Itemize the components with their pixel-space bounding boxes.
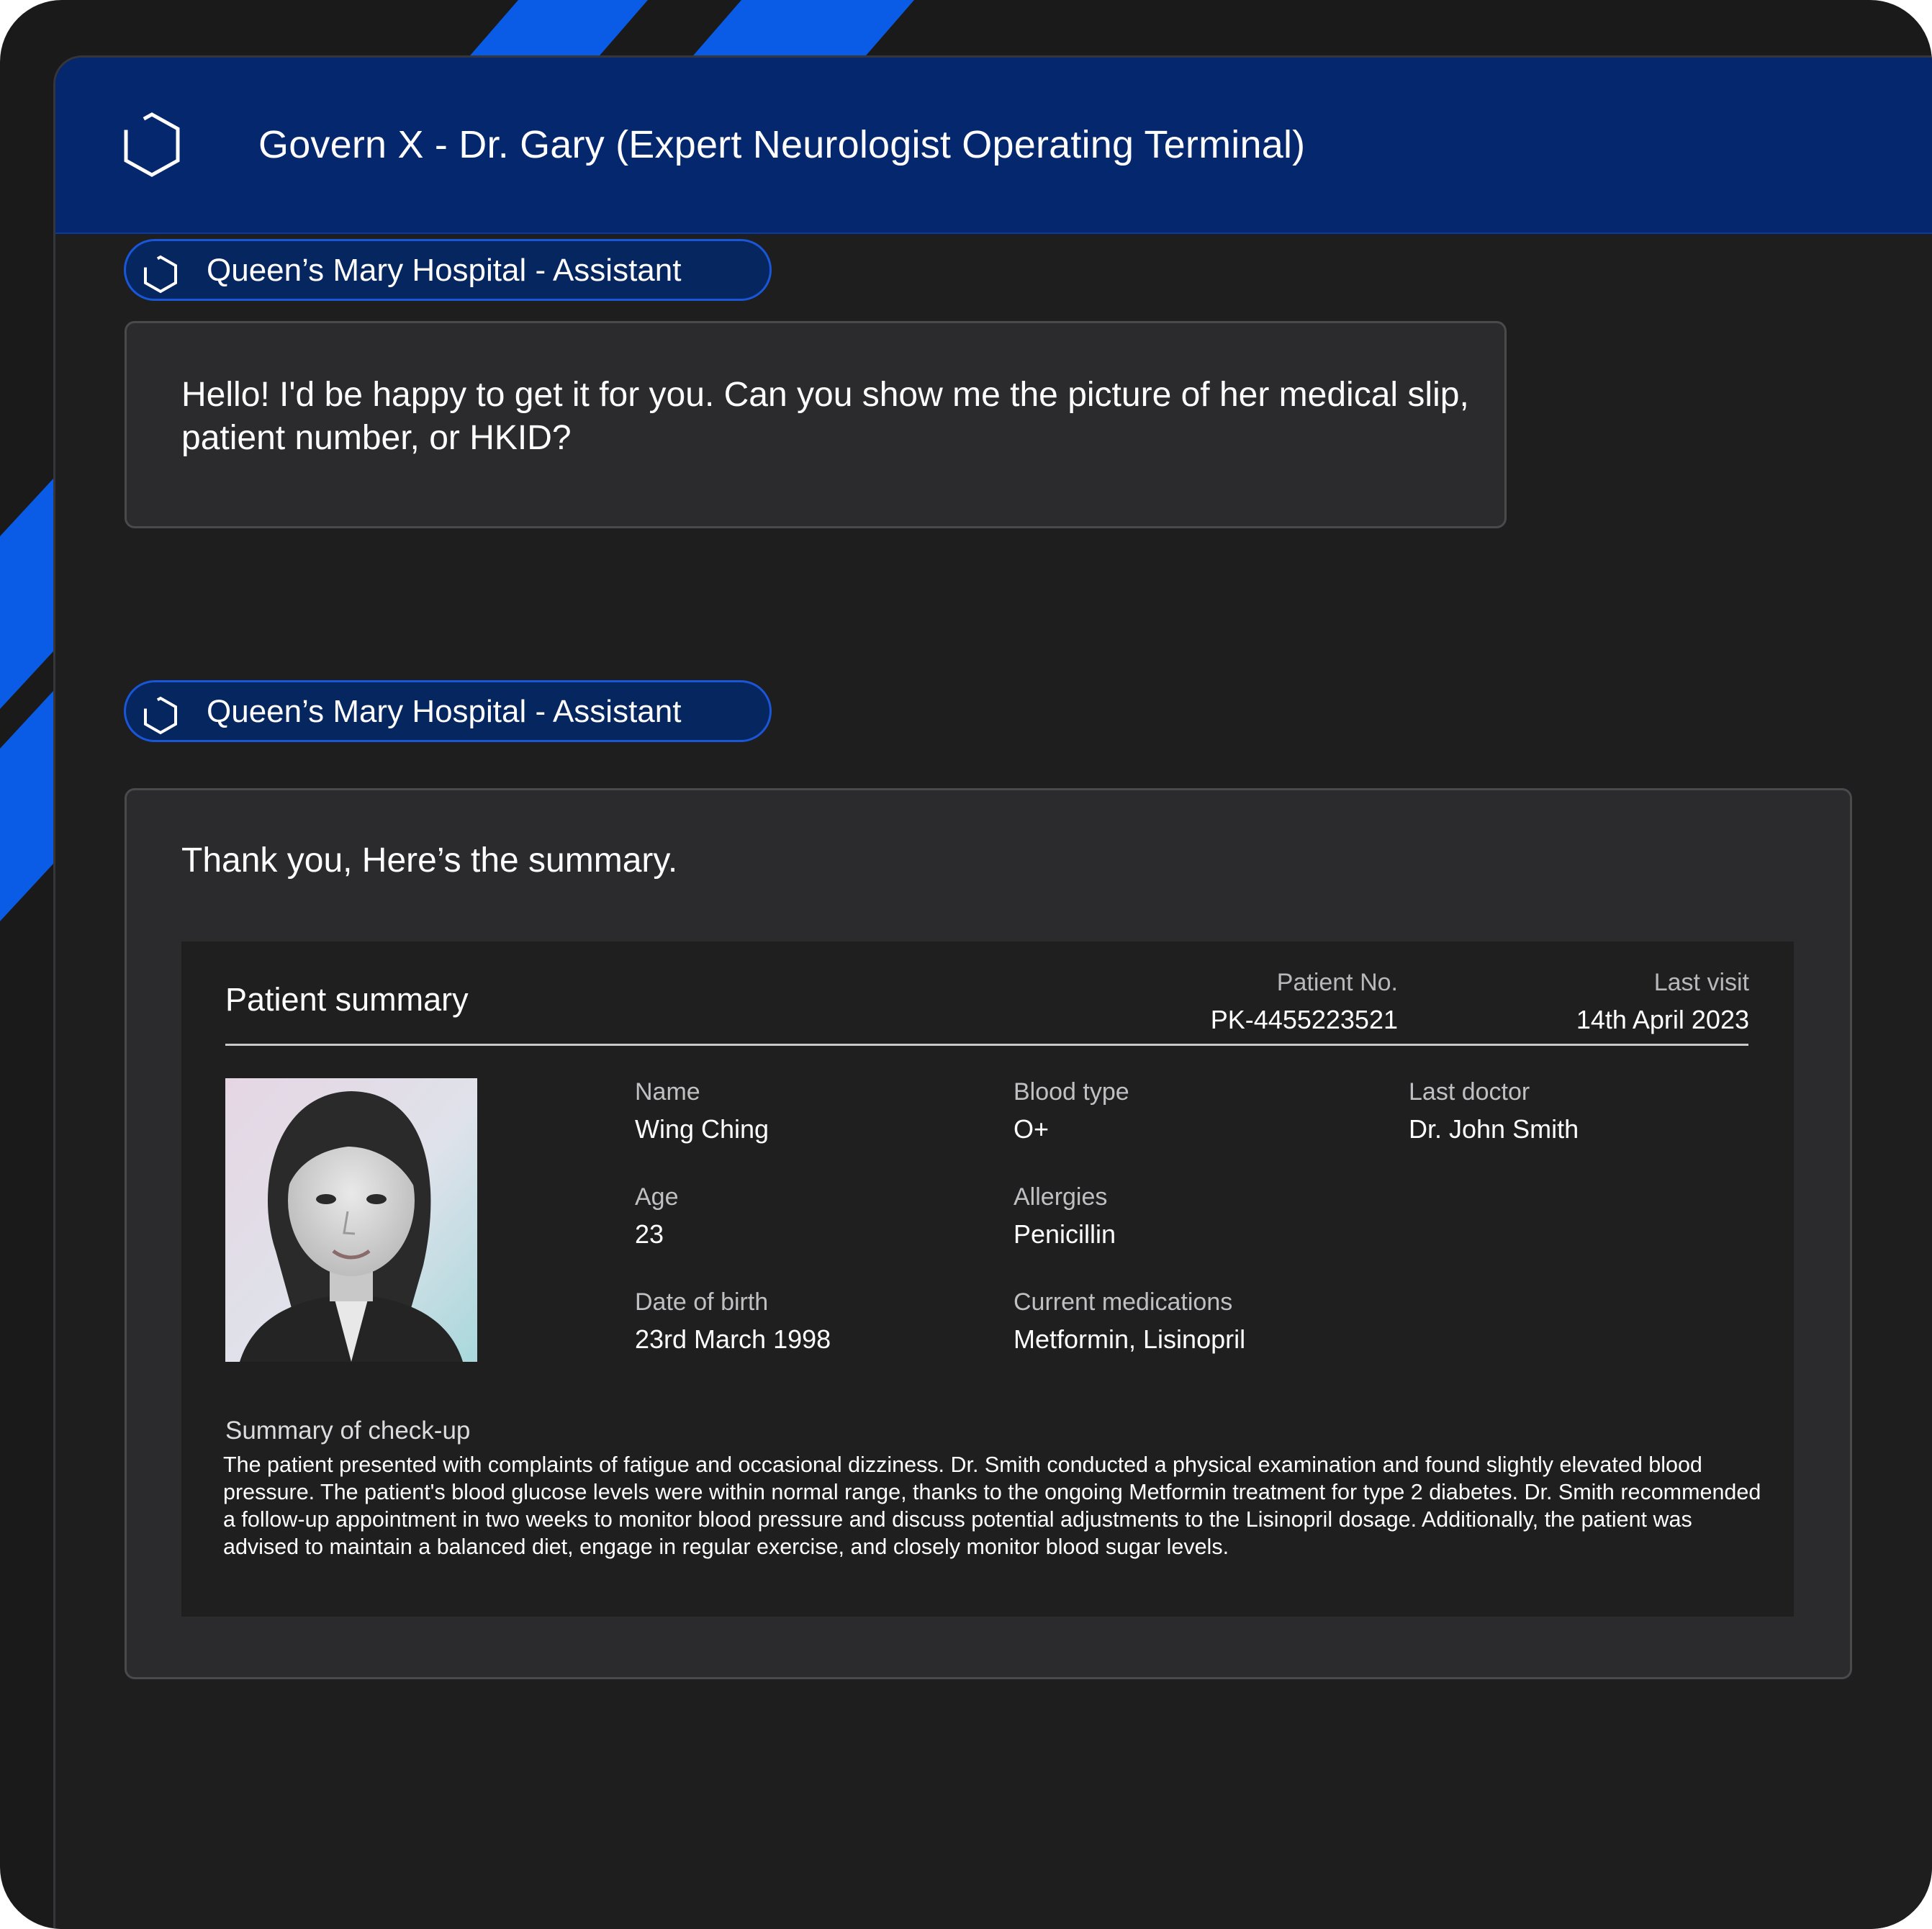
- summary-label: Summary of check-up: [225, 1417, 471, 1445]
- message-text: Thank you, Here’s the summary.: [181, 841, 678, 880]
- blood-type-label: Blood type: [1014, 1078, 1129, 1106]
- title-bar: Govern X - Dr. Gary (Expert Neurologist …: [55, 58, 1932, 234]
- card-title: Patient summary: [225, 981, 469, 1018]
- app-frame: Queen’s Mary Hospital - Assistant Hello!…: [0, 0, 1932, 1929]
- name-label: Name: [635, 1078, 700, 1106]
- blood-type-value: O+: [1014, 1114, 1049, 1144]
- last-doctor-value: Dr. John Smith: [1409, 1114, 1579, 1144]
- sender-chip: Queen’s Mary Hospital - Assistant: [124, 680, 772, 742]
- last-doctor-label: Last doctor: [1409, 1078, 1530, 1106]
- sender-name: Queen’s Mary Hospital - Assistant: [207, 253, 682, 288]
- divider: [225, 1044, 1748, 1046]
- summary-text: The patient presented with complaints of…: [223, 1453, 1761, 1559]
- allergies-label: Allergies: [1014, 1183, 1108, 1211]
- dob-value: 23rd March 1998: [635, 1324, 831, 1354]
- last-visit-label: Last visit: [1653, 969, 1749, 996]
- assistant-message-bubble: Thank you, Here’s the summary. Patient s…: [125, 788, 1852, 1679]
- age-label: Age: [635, 1183, 679, 1211]
- name-value: Wing Ching: [635, 1114, 769, 1144]
- window-title: Govern X - Dr. Gary (Expert Neurologist …: [258, 123, 1306, 166]
- last-visit-value: 14th April 2023: [1576, 1005, 1749, 1034]
- medications-value: Metformin, Lisinopril: [1014, 1324, 1246, 1354]
- patient-summary-card: Patient summary Patient No. PK-445522352…: [181, 941, 1794, 1617]
- patient-no-value: PK-4455223521: [1210, 1005, 1398, 1034]
- age-value: 23: [635, 1219, 664, 1249]
- sender-chip: Queen’s Mary Hospital - Assistant: [124, 239, 772, 301]
- assistant-message-bubble: Hello! I'd be happy to get it for you. C…: [125, 321, 1507, 528]
- allergies-value: Penicillin: [1014, 1219, 1116, 1249]
- message-text: Hello! I'd be happy to get it for you. C…: [181, 376, 1469, 457]
- dob-label: Date of birth: [635, 1288, 769, 1316]
- patient-no-label: Patient No.: [1276, 969, 1398, 996]
- hexagon-logo-icon: [124, 112, 180, 177]
- hexagon-icon: [144, 696, 177, 735]
- hexagon-icon: [144, 255, 177, 294]
- sender-name: Queen’s Mary Hospital - Assistant: [207, 694, 682, 729]
- patient-photo: [225, 1078, 477, 1362]
- medications-label: Current medications: [1014, 1288, 1233, 1316]
- terminal-window: Queen’s Mary Hospital - Assistant Hello!…: [53, 55, 1932, 1929]
